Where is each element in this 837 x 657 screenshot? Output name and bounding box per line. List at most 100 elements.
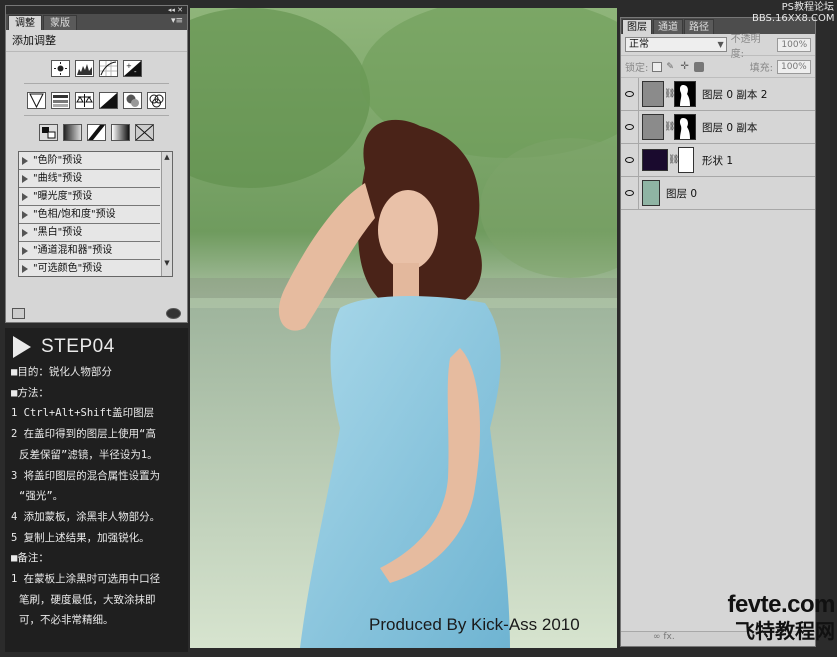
expand-triangle-icon: [22, 247, 28, 255]
layer-name: 图层 0 副本: [702, 121, 758, 134]
mask-thumbnail[interactable]: [674, 81, 696, 107]
lock-position-icon[interactable]: ✛: [680, 61, 690, 72]
fill-field[interactable]: 100%: [777, 59, 811, 74]
mask-thumbnail[interactable]: [674, 114, 696, 140]
layers-panel: 图层 通道 路径 正常 ▼ 不透明度: 100% 锁定: ✎ ✛ 填充: 100%…: [620, 17, 816, 647]
channel-mixer-icon[interactable]: [147, 92, 166, 109]
eye-icon[interactable]: [621, 176, 639, 210]
step-line: ■目的：锐化人物部分: [11, 366, 112, 378]
fill-label: 填充:: [749, 63, 773, 74]
tab-adjustments[interactable]: 调整: [8, 15, 42, 30]
step-line: 5 复制上述结果，加强锐化。: [11, 531, 150, 544]
eye-icon[interactable]: [621, 143, 639, 177]
lock-transparency-icon[interactable]: [652, 61, 663, 72]
list-item[interactable]: "通道混和器"预设: [19, 242, 160, 260]
link-icon: ⛓: [664, 122, 676, 132]
preset-label: "可选颜色"预设: [33, 263, 103, 274]
photo-filter-icon[interactable]: [123, 92, 142, 109]
layer-row[interactable]: ⛓ 图层 0 副本 2: [621, 77, 815, 111]
vibrance-icon[interactable]: [27, 92, 46, 109]
watermark-top: PS教程论坛 BBS.16XX8.COM: [752, 2, 835, 24]
step-line: ■方法：: [11, 386, 49, 399]
mask-thumbnail[interactable]: [678, 147, 694, 173]
list-item[interactable]: "可选颜色"预设: [19, 260, 160, 278]
right-edge: [817, 17, 837, 657]
panel-title: 添加调整: [6, 30, 187, 52]
layer-row[interactable]: ⛓ 形状 1: [621, 143, 815, 177]
presets-list: "色阶"预设 "曲线"预设 "曝光度"预设 "色相/饱和度"预设 "黑白"预设 …: [18, 151, 173, 277]
expand-triangle-icon: [22, 157, 28, 165]
list-item[interactable]: "曲线"预设: [19, 170, 160, 188]
list-item[interactable]: "色相/饱和度"预设: [19, 206, 160, 224]
curves-icon[interactable]: [99, 60, 118, 77]
panel-collapse-strip[interactable]: ◂◂ ✕: [6, 6, 187, 14]
canvas-photo: Produced By Kick-Ass 2010: [190, 8, 617, 648]
step-line: 反差保留”滤镜，半径设为1。: [19, 448, 158, 461]
lock-pixels-icon[interactable]: ✎: [666, 62, 676, 72]
step-line: “强光”。: [19, 490, 64, 503]
step-line: 笔刷，硬度最低，大致涂抹即: [19, 593, 156, 606]
photo-illustration: [190, 8, 617, 648]
layer-name: 形状 1: [702, 154, 734, 167]
adjustments-panel: ◂◂ ✕ 调整 蒙版 ▾≡ 添加调整 + - "色阶"预设 "曲线"预设 "曝光度…: [5, 5, 188, 323]
list-item[interactable]: "黑白"预设: [19, 224, 160, 242]
black-white-icon[interactable]: [99, 92, 118, 109]
list-item[interactable]: "色阶"预设: [19, 152, 160, 170]
expand-triangle-icon: [22, 229, 28, 237]
layer-row[interactable]: 图层 0: [621, 176, 815, 210]
eye-icon[interactable]: [621, 110, 639, 144]
expand-triangle-icon: [22, 175, 28, 183]
link-icon: ⛓: [668, 155, 680, 165]
preset-label: "曲线"预设: [33, 173, 83, 184]
panel-menu-icon[interactable]: ▾≡: [171, 16, 183, 26]
expand-triangle-icon: [22, 211, 28, 219]
icon-divider: [24, 83, 169, 84]
preset-label: "色阶"预设: [33, 155, 83, 166]
layer-row[interactable]: ⛓ 图层 0 副本: [621, 110, 815, 144]
posterize-icon[interactable]: [63, 124, 82, 141]
selective-color-icon[interactable]: [135, 124, 154, 141]
preset-label: "通道混和器"预设: [33, 245, 113, 256]
exposure-icon[interactable]: + -: [123, 60, 142, 77]
svg-text:+: +: [126, 62, 132, 70]
list-item[interactable]: "曝光度"预设: [19, 188, 160, 206]
color-balance-icon[interactable]: [75, 92, 94, 109]
view-previous-icon[interactable]: [166, 308, 181, 319]
step-lines: ■目的：锐化人物部分 ■方法： 1 Ctrl+Alt+Shift盖印图层 2 在…: [11, 362, 182, 631]
tab-channels[interactable]: 通道: [653, 19, 683, 34]
eye-icon[interactable]: [621, 77, 639, 111]
expand-triangle-icon: [22, 193, 28, 201]
threshold-icon[interactable]: [87, 124, 106, 141]
tab-masks[interactable]: 蒙版: [43, 15, 77, 30]
clip-to-layer-icon[interactable]: [12, 308, 25, 319]
watermark-bottom-line2: 飞特教程网: [735, 619, 835, 643]
brightness-contrast-icon[interactable]: [51, 60, 70, 77]
layer-thumbnail: [642, 180, 660, 206]
preset-label: "色相/饱和度"预设: [33, 209, 116, 220]
layer-thumbnail: [642, 81, 664, 107]
expand-triangle-icon: [22, 265, 28, 273]
preset-scrollbar[interactable]: ▲ ▼: [161, 152, 172, 276]
tab-layers[interactable]: 图层: [622, 19, 652, 34]
blend-mode-select[interactable]: 正常 ▼: [625, 37, 727, 52]
step-line: 3 将盖印图层的混合属性设置为: [11, 469, 161, 482]
invert-icon[interactable]: [39, 124, 58, 141]
step-line: ■备注：: [11, 552, 49, 565]
opacity-label: 不透明度:: [730, 33, 761, 60]
layer-thumbnail: [642, 149, 668, 171]
tab-paths[interactable]: 路径: [684, 19, 714, 34]
play-arrow-icon: [13, 336, 31, 358]
lock-label: 锁定:: [625, 63, 649, 74]
opacity-field[interactable]: 100%: [777, 37, 811, 52]
watermark-top-line1: PS教程论坛: [781, 2, 834, 13]
step-title: STEP04: [41, 336, 115, 357]
gradient-map-icon[interactable]: [111, 124, 130, 141]
levels-icon[interactable]: [75, 60, 94, 77]
adjustments-tabbar: ◂◂ ✕ 调整 蒙版 ▾≡: [6, 6, 187, 30]
preset-label: "黑白"预设: [33, 227, 83, 238]
lock-all-icon[interactable]: [694, 61, 705, 72]
link-icon: ⛓: [664, 89, 676, 99]
step-line: 2 在盖印得到的图层上使用“高: [11, 428, 156, 441]
hue-saturation-icon[interactable]: [51, 92, 70, 109]
step-line: 1 在蒙板上涂黑时可选用中口径: [11, 573, 161, 586]
